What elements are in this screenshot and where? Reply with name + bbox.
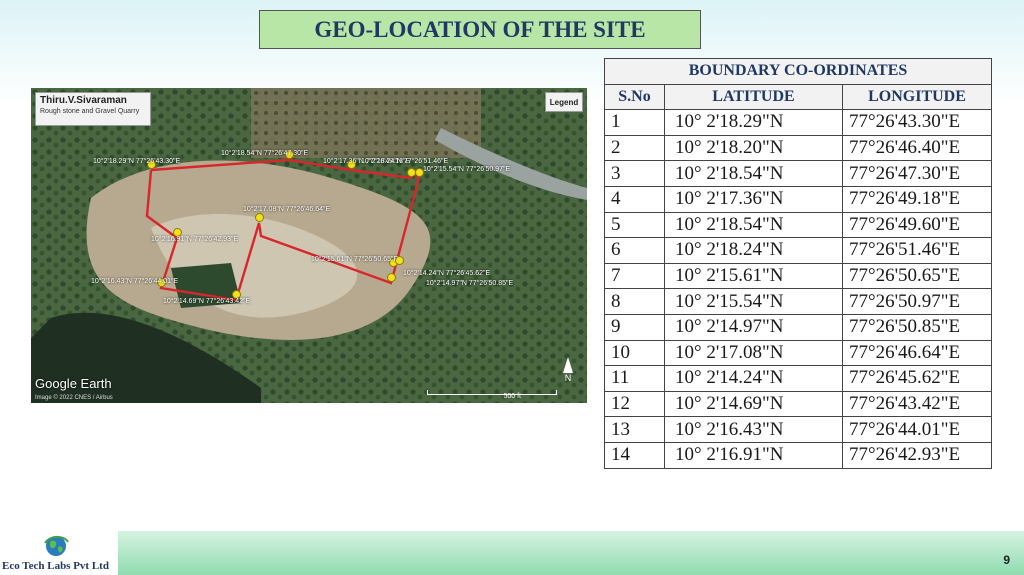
header-sno: S.No [604, 83, 665, 111]
cell-latitude: 10° 2'18.20"N [664, 134, 843, 162]
globe-icon [44, 535, 69, 556]
table-body: 1 10° 2'18.29"N 77°26'43.30"E 2 10° 2'18.20"… [604, 109, 992, 469]
company-logo: Eco Tech Labs Pvt Ltd [0, 531, 118, 575]
satellite-map: Thiru.V.Sivaraman Rough stone and Gravel… [31, 88, 587, 403]
cell-latitude: 10° 2'16.91"N [664, 441, 843, 469]
table-row: 8 10° 2'15.54"N 77°26'50.97"E [604, 288, 992, 315]
map-pin-icon[interactable] [387, 273, 396, 282]
table-caption: BOUNDARY CO-ORDINATES [604, 58, 992, 85]
google-earth-logo: Google Earth [35, 376, 112, 391]
cell-latitude: 10° 2'18.54"N [664, 211, 843, 239]
map-point-label: 10°2'18.29"N 77°26'43.30"E [93, 158, 181, 165]
header-longitude: LONGITUDE [842, 83, 992, 111]
owner-description: Rough stone and Gravel Quarry [40, 108, 140, 115]
cell-longitude: 77°26'42.93"E [842, 441, 992, 469]
cell-sno: 2 [604, 134, 665, 162]
header-latitude: LATITUDE [664, 83, 843, 111]
map-pin-icon[interactable] [395, 256, 404, 265]
cell-longitude: 77°26'46.64"E [842, 339, 992, 367]
cell-latitude: 10° 2'17.36"N [664, 185, 843, 213]
map-imagery [31, 88, 587, 403]
map-point-label: 10°2'14.97"N 77°26'50.85"E [426, 280, 514, 287]
map-point-label: 10°2'16.43"N 77°26'44.01"E [91, 278, 179, 285]
table-row: 4 10° 2'17.36"N 77°26'49.18"E [604, 185, 992, 213]
cell-sno: 10 [604, 339, 665, 367]
cell-longitude: 77°26'51.46"E [842, 237, 992, 264]
owner-name: Thiru.V.Sivaraman [40, 95, 127, 106]
owner-label-box: Thiru.V.Sivaraman Rough stone and Gravel… [35, 92, 151, 126]
north-arrow-icon [563, 357, 573, 373]
cell-latitude: 10° 2'14.24"N [664, 365, 843, 392]
cell-sno: 8 [604, 288, 665, 315]
boundary-coordinates-table: BOUNDARY CO-ORDINATES S.No LATITUDE LONG… [604, 58, 992, 469]
cell-latitude: 10° 2'18.29"N [664, 109, 843, 136]
table-row: 3 10° 2'18.54"N 77°26'47.30"E [604, 160, 992, 187]
table-row: 10 10° 2'17.08"N 77°26'46.64"E [604, 339, 992, 367]
cell-sno: 6 [604, 237, 665, 264]
cell-latitude: 10° 2'17.08"N [664, 339, 843, 367]
map-pin-icon[interactable] [255, 213, 264, 222]
cell-latitude: 10° 2'15.54"N [664, 288, 843, 315]
cell-sno: 11 [604, 365, 665, 392]
cell-longitude: 77°26'45.62"E [842, 365, 992, 392]
table-row: 14 10° 2'16.91"N 77°26'42.93"E [604, 441, 992, 469]
imagery-copyright: Image © 2022 CNES / Airbus [35, 395, 113, 401]
table-row: 13 10° 2'16.43"N 77°26'44.01"E [604, 416, 992, 443]
page-number: 9 [1003, 553, 1010, 567]
table-caption-row: BOUNDARY CO-ORDINATES [604, 58, 992, 85]
cell-longitude: 77°26'46.40"E [842, 134, 992, 162]
cell-longitude: 77°26'50.85"E [842, 313, 992, 341]
cell-sno: 5 [604, 211, 665, 239]
cell-latitude: 10° 2'18.54"N [664, 160, 843, 187]
cell-sno: 14 [604, 441, 665, 469]
legend-button[interactable]: Legend [545, 92, 583, 112]
scale-bar [427, 390, 557, 395]
map-point-label: 10°2'18.54"N 77°26'47.30"E [221, 150, 309, 157]
table-row: 7 10° 2'15.61"N 77°26'50.65"E [604, 262, 992, 290]
map-point-label: 10°2'15.61"N 77°26'50.65"E [311, 256, 399, 263]
cell-longitude: 77°26'43.30"E [842, 109, 992, 136]
scale-label: 500 ft [503, 393, 521, 400]
cell-latitude: 10° 2'15.61"N [664, 262, 843, 290]
map-point-label: 10°2'17.08"N 77°26'46.64"E [243, 206, 331, 213]
cell-longitude: 77°26'50.65"E [842, 262, 992, 290]
table-row: 11 10° 2'14.24"N 77°26'45.62"E [604, 365, 992, 392]
cell-latitude: 10° 2'18.24"N [664, 237, 843, 264]
cell-latitude: 10° 2'14.69"N [664, 390, 843, 418]
company-name: Eco Tech Labs Pvt Ltd [2, 560, 109, 572]
cell-sno: 13 [604, 416, 665, 443]
map-point-label: 10°2'15.54"N 77°26'50.97"E [423, 166, 511, 173]
map-point-label: 10°2'18.24"N 77°26'51.46"E [361, 158, 449, 165]
cell-sno: 7 [604, 262, 665, 290]
table-header-row: S.No LATITUDE LONGITUDE [604, 83, 992, 111]
slide-title: GEO-LOCATION OF THE SITE [259, 10, 701, 49]
cell-sno: 4 [604, 185, 665, 213]
cell-longitude: 77°26'47.30"E [842, 160, 992, 187]
table-row: 9 10° 2'14.97"N 77°26'50.85"E [604, 313, 992, 341]
cell-sno: 3 [604, 160, 665, 187]
table-row: 12 10° 2'14.69"N 77°26'43.42"E [604, 390, 992, 418]
cell-longitude: 77°26'49.60"E [842, 211, 992, 239]
cell-sno: 12 [604, 390, 665, 418]
map-point-label: 10°2'14.24"N 77°26'45.62"E [403, 270, 491, 277]
cell-longitude: 77°26'50.97"E [842, 288, 992, 315]
table-row: 1 10° 2'18.29"N 77°26'43.30"E [604, 109, 992, 136]
north-label: N [564, 373, 572, 383]
footer-bar: Eco Tech Labs Pvt Ltd 9 [0, 531, 1024, 575]
north-indicator: N [561, 357, 575, 391]
cell-sno: 1 [604, 109, 665, 136]
cell-latitude: 10° 2'16.43"N [664, 416, 843, 443]
map-point-label: 10°2'14.69"N 77°26'43.42"E [163, 298, 251, 305]
map-point-label: 10°2'16.91"N 77°26'42.93"E [151, 236, 239, 243]
cell-longitude: 77°26'44.01"E [842, 416, 992, 443]
table-row: 6 10° 2'18.24"N 77°26'51.46"E [604, 237, 992, 264]
table-row: 5 10° 2'18.54"N 77°26'49.60"E [604, 211, 992, 239]
cell-longitude: 77°26'43.42"E [842, 390, 992, 418]
cell-latitude: 10° 2'14.97"N [664, 313, 843, 341]
table-row: 2 10° 2'18.20"N 77°26'46.40"E [604, 134, 992, 162]
cell-longitude: 77°26'49.18"E [842, 185, 992, 213]
cell-sno: 9 [604, 313, 665, 341]
